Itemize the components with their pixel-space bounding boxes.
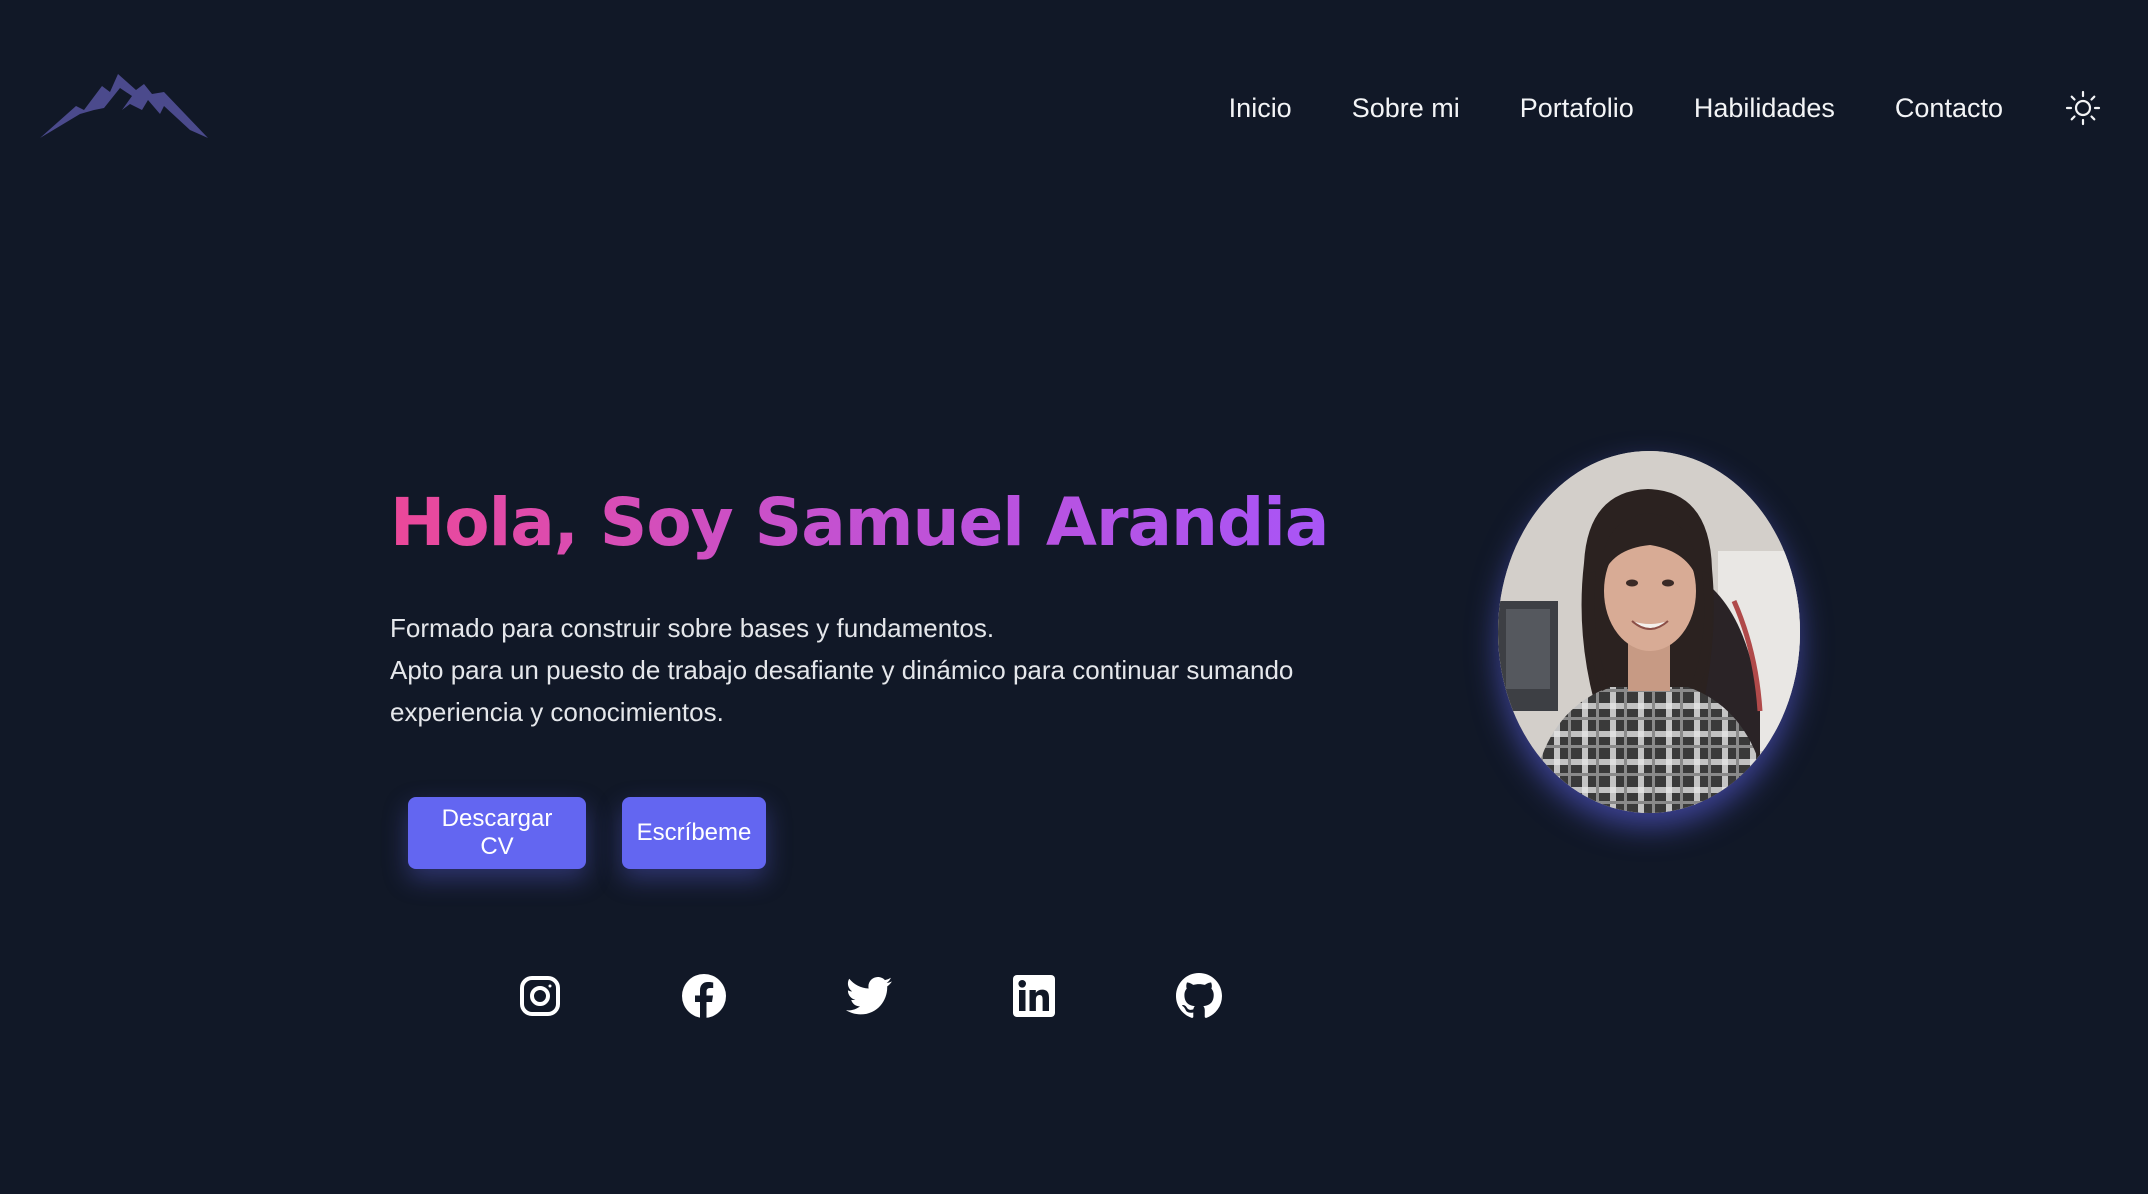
sun-icon[interactable] xyxy=(2063,88,2103,128)
hero-description-line: Formado para construir sobre bases y fun… xyxy=(390,613,995,643)
nav-item-contacto[interactable]: Contacto xyxy=(1895,93,2003,124)
social-links xyxy=(0,972,2148,1028)
profile-photo xyxy=(1498,451,1800,813)
main-nav: Inicio Sobre mi Portafolio Habilidades C… xyxy=(1229,88,2148,128)
hero-description-line: Apto para un puesto de trabajo desafiant… xyxy=(390,655,1294,685)
nav-item-habilidades[interactable]: Habilidades xyxy=(1694,93,1835,124)
github-icon[interactable] xyxy=(1175,972,1223,1020)
linkedin-icon[interactable] xyxy=(1010,972,1058,1020)
nav-item-sobre-mi[interactable]: Sobre mi xyxy=(1352,93,1460,124)
facebook-icon[interactable] xyxy=(680,972,728,1020)
twitter-icon[interactable] xyxy=(845,972,893,1020)
hero-description-line: experiencia y conocimientos. xyxy=(390,697,724,727)
nav-item-portafolio[interactable]: Portafolio xyxy=(1520,93,1634,124)
hero-description: Formado para construir sobre bases y fun… xyxy=(390,607,1320,733)
instagram-icon[interactable] xyxy=(516,972,564,1020)
mountain-logo-icon[interactable] xyxy=(40,70,208,140)
nav-item-inicio[interactable]: Inicio xyxy=(1229,93,1292,124)
download-cv-button[interactable]: Descargar CV xyxy=(408,797,586,869)
write-me-button[interactable]: Escríbeme xyxy=(622,797,766,869)
portfolio-page: Inicio Sobre mi Portafolio Habilidades C… xyxy=(0,0,2148,1194)
hero-title: Hola, Soy Samuel Arandia xyxy=(390,478,1329,568)
